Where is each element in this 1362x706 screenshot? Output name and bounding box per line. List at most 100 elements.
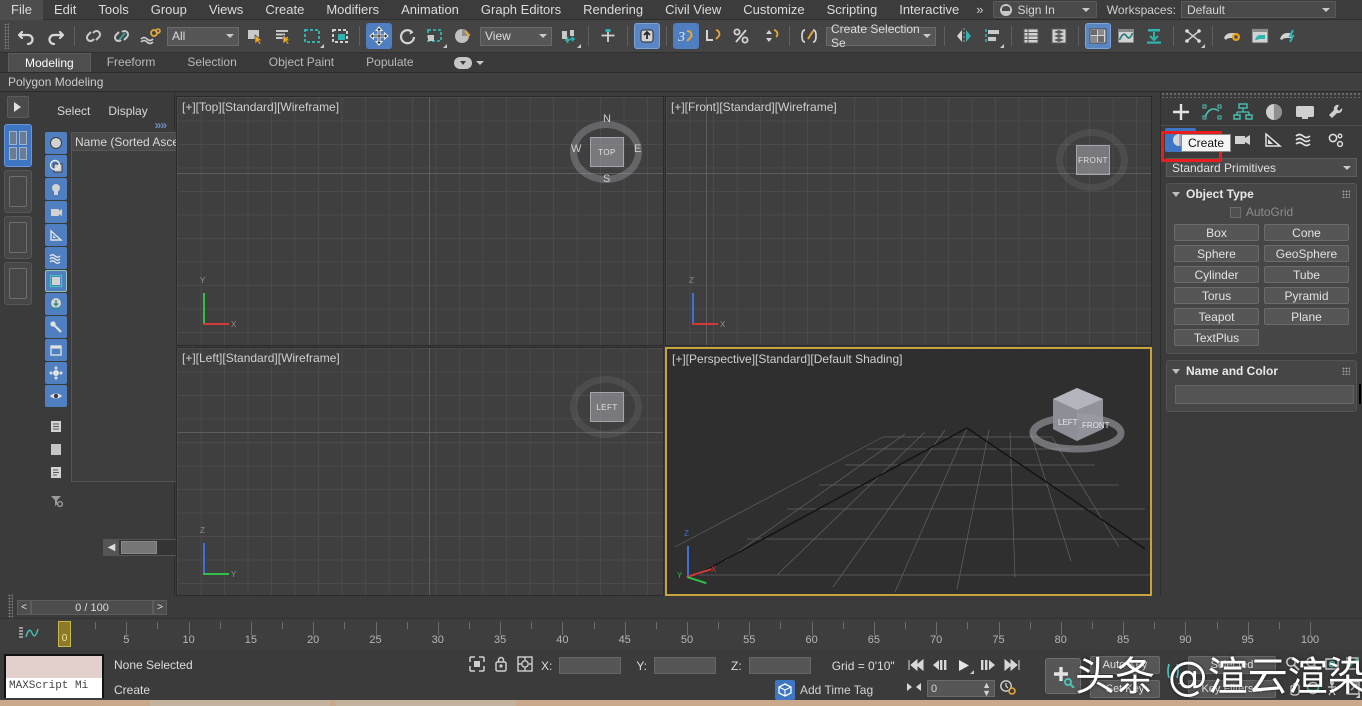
spinner-snap-toggle-icon[interactable] (757, 23, 783, 49)
scene-explorer-filter-settings-icon[interactable] (45, 489, 67, 511)
scene-explorer-column-header[interactable]: Name (Sorted Ascend (72, 133, 193, 151)
chevron-down-icon[interactable] (475, 60, 484, 65)
menu-item-rendering[interactable]: Rendering (572, 0, 654, 20)
import-icon[interactable] (1141, 23, 1167, 49)
key-mode-toggle-icon[interactable] (905, 680, 923, 697)
object-name-input[interactable] (1175, 384, 1354, 404)
mirror-objects-icon[interactable] (951, 23, 977, 49)
filter-containers-icon[interactable] (45, 339, 67, 361)
use-pivot-point-center-icon[interactable] (556, 23, 582, 49)
drag-handle-icon[interactable] (1342, 367, 1350, 375)
ribbon-tab-populate[interactable]: Populate (350, 53, 429, 72)
viewport-top[interactable]: [+][Top][Standard][Wireframe] TOP N S E … (176, 96, 664, 346)
viewport-perspective-label[interactable]: [+][Perspective][Standard][Default Shadi… (672, 352, 902, 366)
menu-item-group[interactable]: Group (140, 0, 198, 20)
create-geosphere-button[interactable]: GeoSphere (1264, 245, 1349, 262)
toolbar-grip[interactable] (4, 23, 9, 49)
reference-coordinate-select[interactable]: View (480, 26, 552, 46)
menu-item-animation[interactable]: Animation (390, 0, 470, 20)
go-to-start-icon[interactable] (905, 655, 927, 675)
select-and-move-icon[interactable] (366, 23, 392, 49)
viewport-front[interactable]: [+][Front][Standard][Wireframe] FRONT Z … (665, 96, 1152, 346)
prev-frame-button[interactable]: < (17, 599, 31, 615)
compass-west-label[interactable]: W (571, 143, 581, 155)
rectangular-selection-region-icon[interactable] (299, 23, 325, 49)
edit-named-selection-sets-icon[interactable] (796, 23, 822, 49)
scene-explorer-menu-select[interactable]: Select (57, 104, 90, 118)
material-editor-icon[interactable] (1219, 23, 1245, 49)
scene-explorer-tile-view-icon[interactable] (45, 438, 67, 460)
angle-snap-toggle-icon[interactable] (701, 23, 727, 49)
selection-filter-select[interactable]: All (167, 26, 239, 46)
select-and-scale-icon[interactable] (422, 23, 448, 49)
viewport-layout-slot-2-button[interactable] (3, 170, 32, 213)
viewport-left[interactable]: [+][Left][Standard][Wireframe] LEFT Z Y (176, 347, 664, 596)
named-selection-set-select[interactable]: Create Selection Se (826, 22, 936, 50)
view-cube-perspective[interactable]: LEFT FRONT (1025, 371, 1125, 467)
menu-item-scripting[interactable]: Scripting (816, 0, 889, 20)
view-cube-front[interactable]: FRONT (1056, 123, 1130, 197)
menu-overflow-icon[interactable]: » (970, 2, 989, 17)
scene-explorer-list-view-icon[interactable] (45, 415, 67, 437)
spinner-arrows-icon[interactable]: ▲ ▼ (982, 680, 991, 697)
menu-item-tools[interactable]: Tools (87, 0, 139, 20)
tab-modify-icon[interactable] (1196, 100, 1227, 124)
viewport-top-label[interactable]: [+][Top][Standard][Wireframe] (182, 100, 339, 114)
compass-north-label[interactable]: N (603, 113, 611, 125)
viewport-layout-slot-3-button[interactable] (3, 216, 32, 259)
menu-item-modifiers[interactable]: Modifiers (315, 0, 390, 20)
use-selection-center-icon[interactable] (595, 23, 621, 49)
maxscript-input-pane[interactable]: MAXScript Mi (6, 678, 102, 698)
undo-icon[interactable] (14, 23, 40, 49)
create-textplus-button[interactable]: TextPlus (1174, 329, 1259, 346)
redo-icon[interactable] (42, 23, 68, 49)
maxscript-mini-listener[interactable]: MAXScript Mi (4, 654, 104, 698)
current-frame-spinner[interactable]: 0 ▲ ▼ (927, 680, 995, 697)
add-time-tag-label[interactable]: Add Time Tag (800, 683, 873, 697)
create-helpers-icon[interactable] (1258, 128, 1289, 152)
name-and-color-rollout-header[interactable]: Name and Color (1167, 361, 1356, 381)
create-teapot-button[interactable]: Teapot (1174, 308, 1259, 325)
create-cone-button[interactable]: Cone (1264, 224, 1349, 241)
create-tube-button[interactable]: Tube (1264, 266, 1349, 283)
expand-layout-tabs-button[interactable] (6, 96, 29, 118)
add-time-tag-row[interactable]: Add Time Tag (775, 680, 873, 700)
create-torus-button[interactable]: Torus (1174, 287, 1259, 304)
percent-snap-toggle-icon[interactable] (729, 23, 755, 49)
drag-handle-icon[interactable] (1342, 190, 1350, 198)
sign-in-button[interactable]: Sign In (993, 1, 1097, 18)
render-production-icon[interactable] (1275, 23, 1301, 49)
scene-explorer-detail-view-icon[interactable] (45, 461, 67, 483)
next-frame-icon[interactable] (977, 655, 999, 675)
create-systems-icon[interactable] (1320, 128, 1351, 152)
menu-item-civil-view[interactable]: Civil View (654, 0, 732, 20)
schematic-view-icon[interactable] (1180, 23, 1206, 49)
scroll-thumb[interactable] (121, 541, 157, 554)
filter-space-warps-icon[interactable] (45, 247, 67, 269)
create-space-warps-icon[interactable] (1289, 128, 1320, 152)
align-icon[interactable] (979, 23, 1005, 49)
object-color-swatch[interactable] (1359, 384, 1361, 404)
create-sphere-button[interactable]: Sphere (1174, 245, 1259, 262)
scene-explorer-expand-icon[interactable]: »» (35, 118, 174, 132)
ribbon-tab-modeling[interactable]: Modeling (8, 53, 91, 72)
view-cube-face[interactable]: FRONT (1076, 145, 1110, 175)
workspace-select[interactable]: Default (1180, 1, 1336, 18)
time-tag-icon[interactable] (775, 680, 795, 700)
menu-item-edit[interactable]: Edit (43, 0, 87, 20)
select-and-link-icon[interactable] (81, 23, 107, 49)
view-cube-face[interactable]: TOP (590, 137, 624, 167)
filter-bones-icon[interactable] (45, 316, 67, 338)
viewport-layout-quad-button[interactable] (3, 124, 32, 167)
tab-utilities-icon[interactable] (1320, 100, 1351, 124)
ribbon-minimize-icon[interactable] (453, 56, 472, 69)
create-cameras-icon[interactable] (1227, 128, 1258, 152)
z-coordinate-input[interactable] (748, 657, 811, 674)
scene-explorer-menu-display[interactable]: Display (108, 104, 147, 118)
time-slider-thumb[interactable]: 0 (58, 621, 71, 647)
curve-editor-icon[interactable] (1113, 23, 1139, 49)
object-type-rollout-header[interactable]: Object Type (1167, 184, 1356, 204)
go-to-end-icon[interactable] (1001, 655, 1023, 675)
3d-snap-toggle-icon[interactable]: 3 (673, 23, 699, 49)
ribbon-tab-selection[interactable]: Selection (171, 53, 252, 72)
